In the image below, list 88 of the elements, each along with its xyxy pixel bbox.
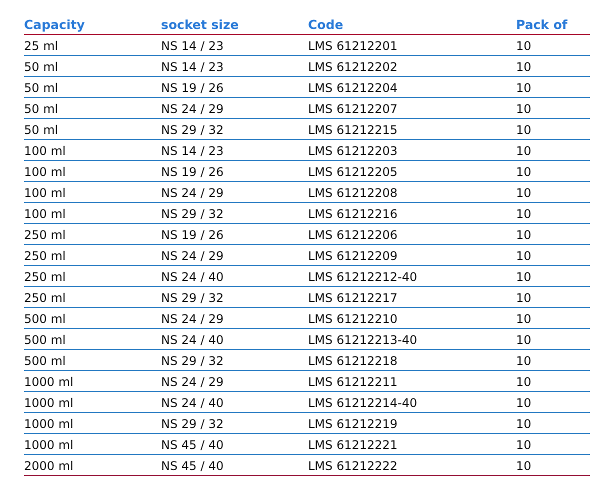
- table-cell: 10: [516, 182, 590, 202]
- table-cell: 100 ml: [24, 160, 161, 182]
- table-cell: 500 ml: [24, 350, 161, 370]
- table-cell: LMS 61212206: [308, 224, 516, 244]
- column-header: Code: [308, 16, 516, 34]
- table-cell: NS 19 / 26: [161, 76, 308, 98]
- table-cell: 10: [516, 370, 590, 392]
- table-cell: 100 ml: [24, 202, 161, 224]
- table-cell: LMS 61212205: [308, 160, 516, 182]
- table-cell: NS 19 / 26: [161, 160, 308, 182]
- table-cell: NS 29 / 32: [161, 286, 308, 308]
- table-cell: 50 ml: [24, 56, 161, 76]
- table-cell: NS 24 / 40: [161, 328, 308, 350]
- table-cell: LMS 61212218: [308, 350, 516, 370]
- table-cell: NS 29 / 32: [161, 118, 308, 140]
- table-cell: LMS 61212219: [308, 412, 516, 434]
- table-cell: NS 24 / 29: [161, 370, 308, 392]
- table-cell: LMS 61212204: [308, 76, 516, 98]
- table-cell: 10: [516, 308, 590, 328]
- table-cell: LMS 61212202: [308, 56, 516, 76]
- table-cell: 10: [516, 350, 590, 370]
- table-cell: LMS 61212207: [308, 98, 516, 118]
- table-cell: 1000 ml: [24, 412, 161, 434]
- table-cell: 10: [516, 140, 590, 160]
- table-cell: 10: [516, 434, 590, 454]
- table-cell: NS 45 / 40: [161, 434, 308, 454]
- table-cell: LMS 61212203: [308, 140, 516, 160]
- table-cell: 2000 ml: [24, 454, 161, 476]
- table-cell: NS 14 / 23: [161, 140, 308, 160]
- table-cell: 10: [516, 392, 590, 412]
- table-cell: NS 14 / 23: [161, 34, 308, 56]
- column-header: Pack of: [516, 16, 590, 34]
- table-cell: NS 24 / 29: [161, 244, 308, 266]
- table-cell: LMS 61212212-40: [308, 266, 516, 286]
- table-cell: LMS 61212213-40: [308, 328, 516, 350]
- table-cell: 50 ml: [24, 118, 161, 140]
- table-cell: LMS 61212216: [308, 202, 516, 224]
- table-cell: 10: [516, 98, 590, 118]
- table-cell: LMS 61212209: [308, 244, 516, 266]
- table-cell: 10: [516, 202, 590, 224]
- table-cell: 50 ml: [24, 76, 161, 98]
- table-cell: LMS 61212211: [308, 370, 516, 392]
- table-cell: 10: [516, 244, 590, 266]
- table-cell: 10: [516, 266, 590, 286]
- table-cell: 500 ml: [24, 308, 161, 328]
- table-cell: NS 29 / 32: [161, 350, 308, 370]
- table-cell: NS 29 / 32: [161, 202, 308, 224]
- table-cell: 1000 ml: [24, 370, 161, 392]
- table-cell: LMS 61212217: [308, 286, 516, 308]
- table-cell: NS 29 / 32: [161, 412, 308, 434]
- table-cell: 10: [516, 34, 590, 56]
- table-cell: 10: [516, 160, 590, 182]
- table-cell: 10: [516, 56, 590, 76]
- table-cell: 10: [516, 454, 590, 476]
- table-cell: NS 24 / 29: [161, 182, 308, 202]
- table-cell: 250 ml: [24, 244, 161, 266]
- table-cell: 1000 ml: [24, 434, 161, 454]
- table-cell: LMS 61212221: [308, 434, 516, 454]
- column-header: socket size: [161, 16, 308, 34]
- table-cell: 100 ml: [24, 182, 161, 202]
- table-cell: 10: [516, 76, 590, 98]
- table-cell: NS 45 / 40: [161, 454, 308, 476]
- table-cell: 250 ml: [24, 286, 161, 308]
- table-cell: 10: [516, 224, 590, 244]
- table-cell: 25 ml: [24, 34, 161, 56]
- table-cell: NS 14 / 23: [161, 56, 308, 76]
- table-cell: LMS 61212201: [308, 34, 516, 56]
- table-cell: 100 ml: [24, 140, 161, 160]
- table-cell: 10: [516, 328, 590, 350]
- table-cell: LMS 61212222: [308, 454, 516, 476]
- table-cell: LMS 61212210: [308, 308, 516, 328]
- table-cell: NS 19 / 26: [161, 224, 308, 244]
- column-header: Capacity: [24, 16, 161, 34]
- table-cell: NS 24 / 40: [161, 392, 308, 412]
- table-cell: 500 ml: [24, 328, 161, 350]
- table-cell: NS 24 / 29: [161, 98, 308, 118]
- table-cell: 250 ml: [24, 224, 161, 244]
- table-cell: 1000 ml: [24, 392, 161, 412]
- table-cell: 10: [516, 286, 590, 308]
- table-cell: 10: [516, 118, 590, 140]
- table-cell: 250 ml: [24, 266, 161, 286]
- table-cell: 10: [516, 412, 590, 434]
- table-cell: LMS 61212208: [308, 182, 516, 202]
- table-cell: LMS 61212215: [308, 118, 516, 140]
- table-cell: LMS 61212214-40: [308, 392, 516, 412]
- table-cell: NS 24 / 40: [161, 266, 308, 286]
- table-cell: 50 ml: [24, 98, 161, 118]
- table-cell: NS 24 / 29: [161, 308, 308, 328]
